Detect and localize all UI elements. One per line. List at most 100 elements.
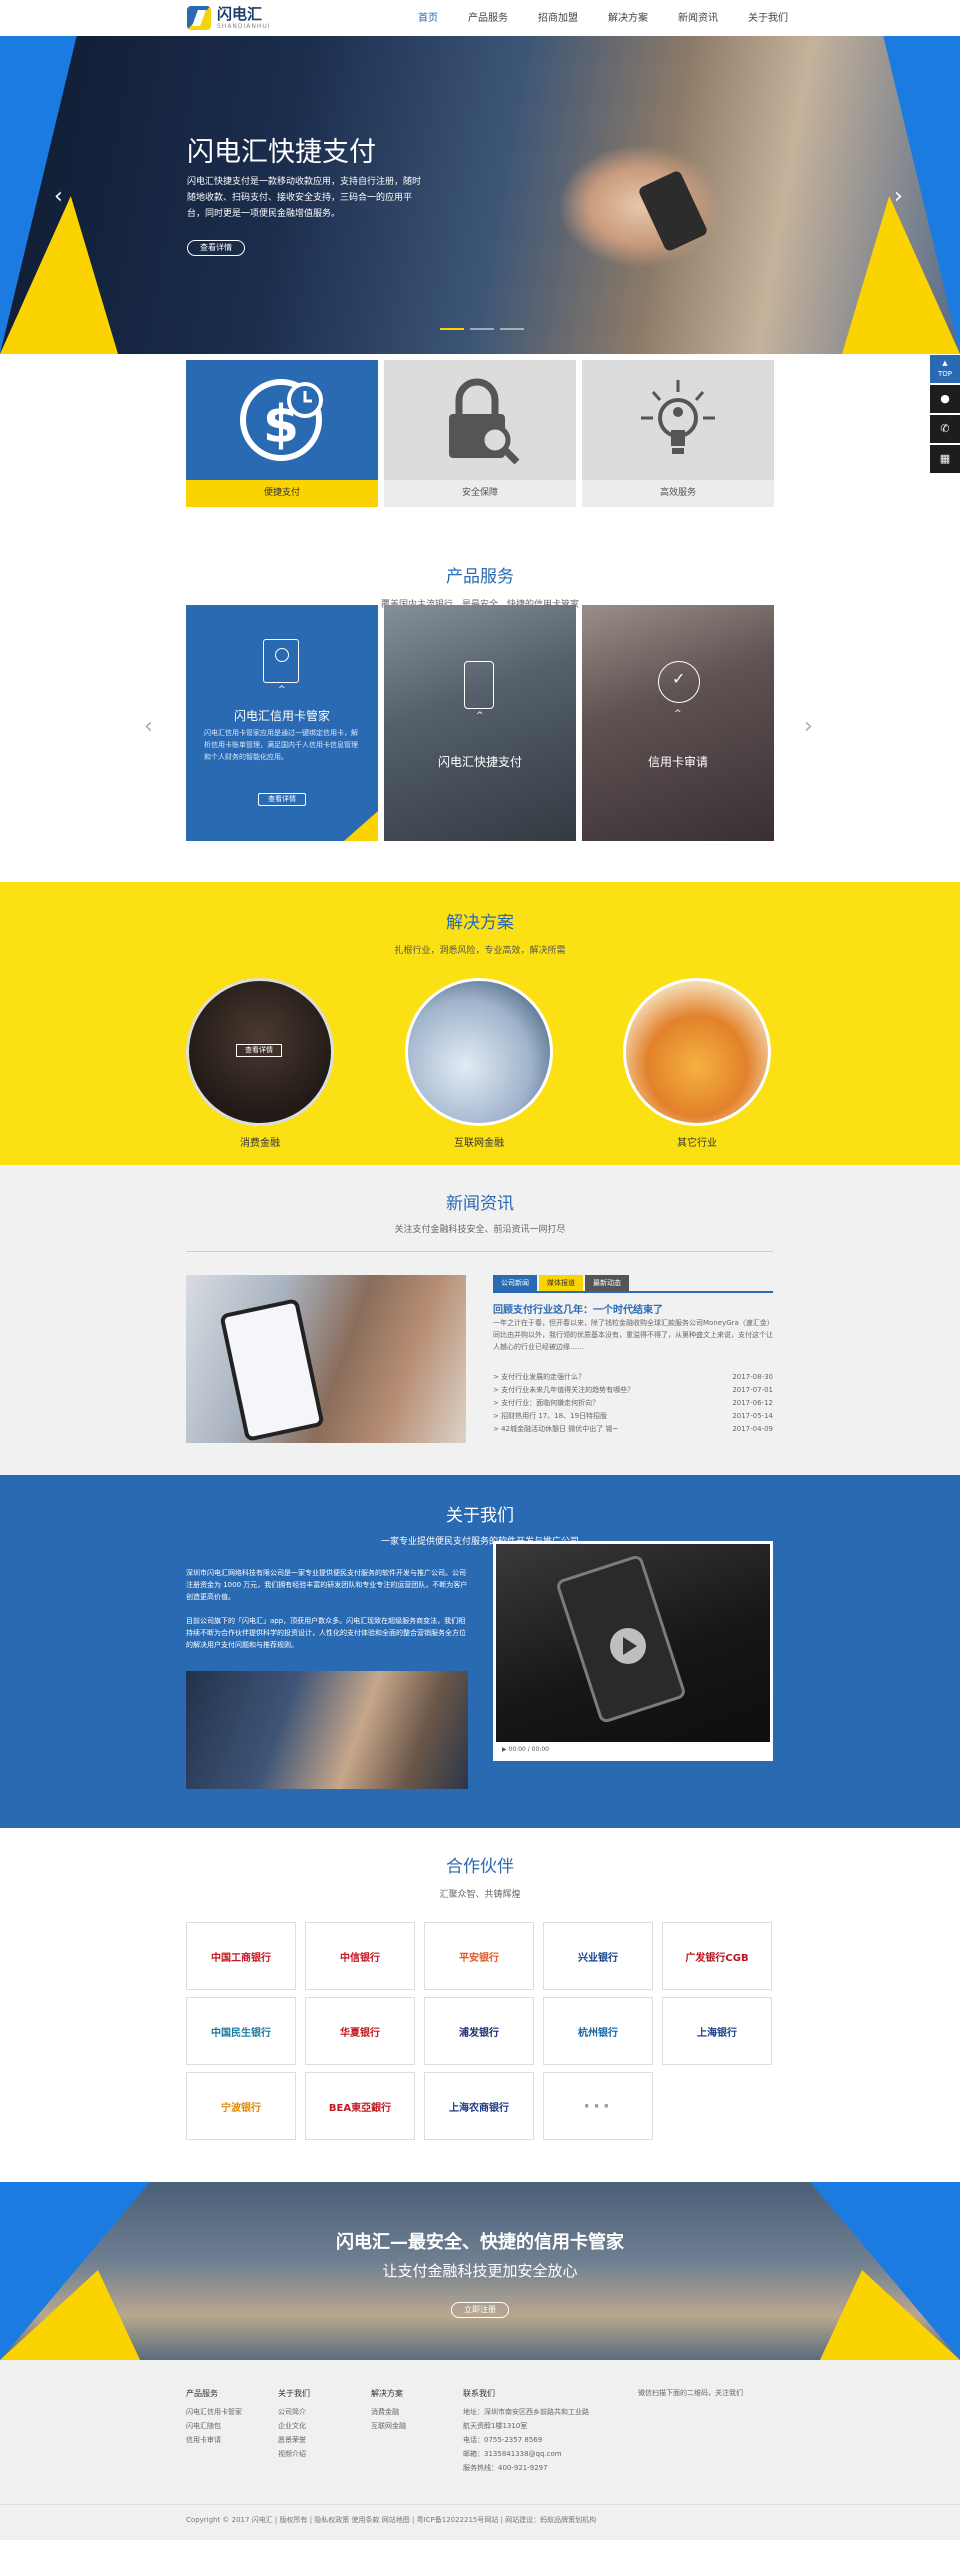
partners-section: 合作伙伴 汇聚众智、共铸辉煌 中国工商银行 中信银行 平安银行 兴业银行 广发银行CGB… — [0, 1828, 960, 2182]
list-item[interactable]: > 支付行业未来几年值得关注的趋势有哪些？ 2017-07-01 — [493, 1384, 773, 1397]
banner-dot[interactable] — [500, 328, 524, 330]
nav-home[interactable]: 首页 — [418, 0, 438, 36]
footer-link[interactable]: 互联网金融 — [371, 2419, 406, 2433]
news-item-title: > 支付行业发展的走强什么？ — [493, 1373, 586, 1381]
news-item-date: 2017-06-12 — [732, 1399, 773, 1407]
news-subtitle: 关注支付金融科技安全、前沿资讯一网打尽 — [394, 1225, 566, 1235]
partner-logo[interactable]: 中信银行 — [305, 1922, 415, 1990]
footer-address: 航天资醇1楼1310室 — [463, 2422, 528, 2430]
solution-consumer-finance[interactable]: 查看详情 消费金融 — [185, 978, 335, 1149]
solution-internet-finance[interactable]: 互联网金融 — [404, 978, 554, 1149]
logo-name: 闪电汇 — [217, 4, 263, 23]
footer-follow-text: 微信扫描下面的二维码，关注我们 — [638, 2389, 743, 2397]
about-video-player[interactable]: ▶ 00:00 / 00:00 — [493, 1541, 773, 1761]
nav-products[interactable]: 产品服务 — [468, 0, 508, 36]
nav-franchise[interactable]: 招商加盟 — [538, 0, 578, 36]
feature-card-service[interactable]: 高效服务 — [582, 360, 774, 507]
main-nav: 首页 产品服务 招商加盟 解决方案 新闻资讯 关于我们 — [418, 0, 818, 36]
partner-logo[interactable]: 华夏银行 — [305, 1997, 415, 2065]
product-card-credit-apply[interactable]: ✓ ^ 信用卡审请 — [582, 605, 774, 841]
video-controls[interactable]: ▶ 00:00 / 00:00 — [496, 1742, 770, 1758]
feature-card-security[interactable]: 安全保障 — [384, 360, 576, 507]
play-icon[interactable] — [610, 1628, 646, 1664]
footer-col-title: 联系我们 — [463, 2389, 495, 2398]
tab-company-news[interactable]: 公司新闻 — [493, 1275, 537, 1291]
banner-details-button[interactable]: 查看详情 — [187, 240, 245, 256]
footer-col-title: 产品服务 — [186, 2389, 218, 2398]
partners-title: 合作伙伴 — [446, 1857, 514, 1877]
partner-logo[interactable]: 平安银行 — [424, 1922, 534, 1990]
tab-latest[interactable]: 最新动态 — [585, 1275, 629, 1291]
about-paragraph: 目前公司旗下的「闪电汇」app，顶获用户数众多。闪电汇现致在超级服务商变法，我们… — [186, 1617, 466, 1649]
news-headline[interactable]: 回顾支付行业这几年：一个时代结束了 — [493, 1301, 663, 1316]
footer-link[interactable]: 视频介绍 — [278, 2447, 310, 2461]
logo[interactable]: 闪电汇 SHANDIANHUI — [187, 6, 271, 30]
footer-link[interactable]: 闪电汇随包 — [186, 2419, 242, 2433]
partner-name: 上海银行 — [697, 2027, 737, 2039]
list-item[interactable]: > 招财热用行 17、18、19日特招版 2017-05-14 — [493, 1410, 773, 1423]
list-item[interactable]: > 支付行业：面临何嫌走何折向？ 2017-06-12 — [493, 1397, 773, 1410]
news-item-title: > 42城金融活动休憩日 微优中出了 锡~ — [493, 1425, 619, 1433]
solution-name: 其它行业 — [677, 1138, 717, 1149]
product-details-button[interactable]: 查看详情 — [258, 793, 306, 806]
news-item-date: 2017-08-30 — [732, 1373, 773, 1381]
nav-news[interactable]: 新闻资讯 — [678, 0, 718, 36]
footer-link[interactable]: 信用卡审请 — [186, 2433, 242, 2447]
feature-label: 高效服务 — [582, 480, 774, 507]
check-icon: ✓ — [672, 669, 686, 688]
footer-link[interactable]: 消费金融 — [371, 2405, 406, 2419]
feature-card-payment[interactable]: $ 便捷支付 — [186, 360, 378, 507]
about-subtitle: 一家专业提供便民支付服务的软件开发与推广公司 — [380, 1537, 579, 1547]
footer-link[interactable]: 闪电汇信用卡管家 — [186, 2405, 242, 2419]
about-section: 关于我们 一家专业提供便民支付服务的软件开发与推广公司 深圳市闪电汇网络科技有限… — [0, 1475, 960, 1828]
banner-dot[interactable] — [440, 328, 464, 330]
partner-name: BEA東亞銀行 — [328, 2102, 392, 2114]
footer-link[interactable]: 愿景荣誉 — [278, 2433, 310, 2447]
partner-logo[interactable]: 浦发银行 — [424, 1997, 534, 2065]
footer-link[interactable]: 企业文化 — [278, 2419, 310, 2433]
banner-pagination — [440, 328, 530, 330]
nav-about[interactable]: 关于我们 — [748, 0, 788, 36]
partner-logo[interactable]: 中国工商银行 — [186, 1922, 296, 1990]
news-title: 新闻资讯 — [446, 1194, 514, 1214]
banner-prev-arrow-icon[interactable]: ‹ — [54, 184, 63, 209]
products-prev-arrow-icon[interactable]: ‹ — [144, 714, 153, 739]
partner-logo[interactable]: 上海农商银行 — [424, 2072, 534, 2140]
dollar-clock-icon: $ — [240, 379, 323, 461]
list-item[interactable]: > 支付行业发展的走强什么？ 2017-08-30 — [493, 1371, 773, 1384]
phone-image — [219, 1298, 325, 1442]
partner-name: 中信银行 — [340, 1952, 380, 1964]
partner-logo[interactable]: 宁波银行 — [186, 2072, 296, 2140]
footer-link[interactable]: 公司简介 — [278, 2405, 310, 2419]
partner-name: 杭州银行 — [578, 2027, 618, 2039]
list-item[interactable]: > 42城金融活动休憩日 微优中出了 锡~ 2017-04-09 — [493, 1423, 773, 1436]
solution-details-button[interactable]: 查看详情 — [236, 1044, 282, 1057]
partner-logo[interactable]: 广发银行CGB — [662, 1922, 772, 1990]
footer-col-solutions: 解决方案 消费金融 互联网金融 — [371, 2388, 406, 2433]
footer-divider — [0, 2504, 960, 2505]
solutions-title: 解决方案 — [446, 913, 514, 933]
partner-logo[interactable]: ··· — [543, 2072, 653, 2140]
solution-other-industries[interactable]: 其它行业 — [622, 978, 772, 1149]
news-section: 新闻资讯 关注支付金融科技安全、前沿资讯一网打尽 公司新闻 媒体报道 最新动态 … — [0, 1165, 960, 1475]
news-list: > 支付行业发展的走强什么？ 2017-08-30 > 支付行业未来几年值得关注的… — [493, 1371, 773, 1436]
partner-logo[interactable]: BEA東亞銀行 — [305, 2072, 415, 2140]
products-next-arrow-icon[interactable]: › — [804, 714, 813, 739]
nav-solutions[interactable]: 解决方案 — [608, 0, 648, 36]
partner-logo[interactable]: 杭州银行 — [543, 1997, 653, 2065]
partner-name: 中国民生银行 — [211, 2027, 271, 2039]
register-button[interactable]: 立即注册 — [451, 2302, 509, 2318]
partner-logo[interactable]: 中国民生银行 — [186, 1997, 296, 2065]
logo-mark-icon — [187, 6, 211, 30]
banner-next-arrow-icon[interactable]: › — [894, 184, 903, 209]
product-description: 闪电汇信用卡管家应用是通过一键绑定信用卡，解析信用卡账单管理，满足国内千人信用卡… — [204, 729, 358, 761]
product-card-manager[interactable]: ^ 闪电汇信用卡管家 闪电汇信用卡管家应用是通过一键绑定信用卡，解析信用卡账单管… — [186, 605, 378, 841]
solution-image — [623, 978, 771, 1126]
tab-media-reports[interactable]: 媒体报道 — [539, 1275, 583, 1291]
product-corner-decoration — [344, 811, 378, 841]
news-image[interactable] — [186, 1275, 466, 1443]
banner-dot[interactable] — [470, 328, 494, 330]
partner-logo[interactable]: 兴业银行 — [543, 1922, 653, 1990]
product-card-quickpay[interactable]: ^ 闪电汇快捷支付 — [384, 605, 576, 841]
partner-logo[interactable]: 上海银行 — [662, 1997, 772, 2065]
